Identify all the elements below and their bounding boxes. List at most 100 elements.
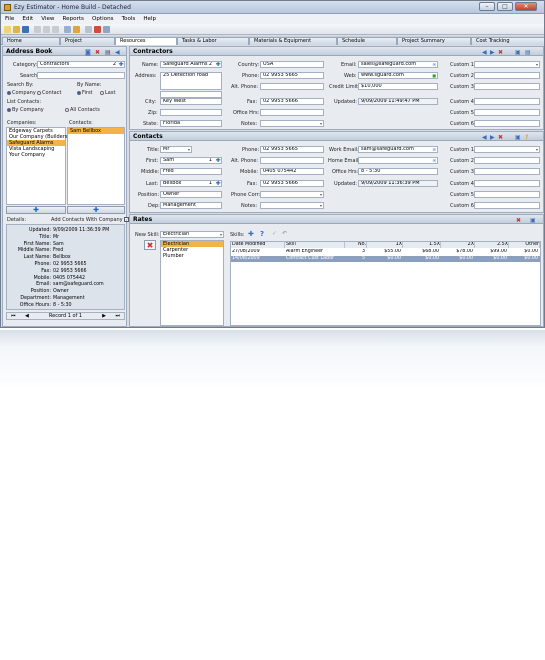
new-skill-select[interactable]: Electrician ▾	[160, 231, 224, 238]
contact-title-select[interactable]: Mr ▾	[160, 146, 192, 153]
save-contact-icon[interactable]: ▣	[515, 133, 521, 142]
contact-custom-1-dropdown-icon[interactable]: ▾	[536, 147, 538, 152]
zip-input[interactable]	[160, 109, 222, 116]
new-skill-dropdown-icon[interactable]: ▾	[220, 232, 222, 237]
phone-corr-select[interactable]: ▾	[260, 191, 324, 198]
menu-help[interactable]: Help	[139, 14, 160, 22]
column-header[interactable]: 1.5X	[403, 242, 441, 248]
confirm-skill-icon[interactable]: ✓	[272, 230, 277, 237]
undo-skill-icon[interactable]: ↶	[282, 230, 287, 237]
phone-corr-dropdown-icon[interactable]: ▾	[320, 192, 322, 197]
add-company-button[interactable]: ✚	[6, 206, 66, 214]
last-input[interactable]: Bellbox 1 ✚	[160, 180, 222, 187]
tab-schedule[interactable]: Schedule	[337, 37, 397, 45]
name-input[interactable]: Safeguard Alarms 2 ✚	[160, 61, 222, 68]
tools-icon[interactable]	[73, 26, 80, 33]
custom-1-dropdown-icon[interactable]: ▾	[536, 62, 538, 67]
cut-icon[interactable]	[34, 26, 41, 33]
state-input[interactable]: Florida	[160, 120, 222, 127]
custom-1-select[interactable]: ▾	[474, 61, 540, 68]
contact-custom-1-select[interactable]: ▾	[474, 146, 540, 153]
phone-input[interactable]: 02 9953 5665	[260, 72, 324, 79]
contact-office-hrs-input[interactable]: 8 - 5:30	[358, 168, 438, 175]
menu-reports[interactable]: Reports	[59, 14, 88, 22]
prev-contractor-icon[interactable]: ◀	[482, 48, 487, 57]
close-rates-icon[interactable]: ✖	[516, 216, 521, 225]
open-web-icon[interactable]: ■	[432, 73, 436, 78]
add-first-icon[interactable]: ✚	[215, 158, 221, 163]
delete-contact-record-icon[interactable]: ✖	[498, 133, 503, 142]
contact-custom-4-input[interactable]	[474, 180, 540, 187]
home-email-input[interactable]: ✉	[358, 157, 438, 164]
tab-project-summary[interactable]: Project Summary	[397, 37, 471, 45]
next-contact-icon[interactable]: ▶	[490, 133, 495, 142]
contact-notes-dropdown-icon[interactable]: ▾	[320, 203, 322, 208]
first-record-icon[interactable]: ⏮	[11, 313, 16, 320]
address-line2-input[interactable]	[160, 91, 222, 98]
web-input[interactable]: www.sguard.com ■	[358, 72, 438, 79]
tab-cost-tracking[interactable]: Cost Tracking	[471, 37, 544, 45]
skill-list[interactable]: Electrician Carpenter Plumber	[160, 240, 224, 326]
custom-5-input[interactable]	[474, 109, 540, 116]
close-icon[interactable]: ✕	[515, 2, 537, 11]
alt-phone-input[interactable]	[260, 83, 324, 90]
column-header[interactable]: Skill	[285, 242, 345, 248]
address-input[interactable]: 25 Detection road	[160, 72, 222, 90]
contact-alt-phone-input[interactable]	[260, 157, 324, 164]
work-email-input[interactable]: sam@safeguard.com ✉	[358, 146, 438, 153]
column-header[interactable]: 2X	[441, 242, 475, 248]
company-item[interactable]: Your Company	[7, 152, 65, 158]
add-name-icon[interactable]: ✚	[215, 62, 221, 67]
collapse-icon[interactable]: ◀	[115, 48, 120, 57]
contact-custom-5-input[interactable]	[474, 191, 540, 198]
minimize-icon[interactable]: –	[479, 2, 495, 11]
city-input[interactable]: Key West	[160, 98, 222, 105]
tab-resources[interactable]: Resources	[115, 37, 177, 45]
delete-contractor-icon[interactable]: ✖	[498, 48, 503, 57]
paste-icon[interactable]	[52, 26, 59, 33]
help-contact-icon[interactable]: ?	[525, 133, 528, 142]
first-input[interactable]: Sam 1 ✚	[160, 157, 222, 164]
tab-project[interactable]: Project	[60, 37, 115, 45]
new-icon[interactable]	[4, 26, 11, 33]
contact-phone-input[interactable]: 02 9953 5665	[260, 146, 324, 153]
next-record-icon[interactable]: ▶	[102, 313, 106, 320]
print-icon[interactable]	[85, 26, 92, 33]
radio-all-contacts[interactable]: All Contacts	[65, 107, 100, 113]
add-contact-icon[interactable]: ◙	[85, 48, 91, 57]
table-row[interactable]: 27/08/2009 Alarm Engineer 3 $55.00 $68.00 $78…	[231, 249, 540, 255]
dep-input[interactable]: Management	[160, 202, 222, 209]
contacts-list[interactable]: Sam Bellbox	[67, 127, 125, 205]
radio-by-company[interactable]: By Company	[7, 107, 44, 113]
copy-icon[interactable]	[43, 26, 50, 33]
add-contact-button[interactable]: ✚	[67, 206, 125, 214]
email-input[interactable]: sales@safeguard.com ✉	[358, 61, 438, 68]
save-contractor-icon[interactable]: ▣	[515, 48, 521, 57]
middle-input[interactable]: Fred	[160, 168, 222, 175]
menu-options[interactable]: Options	[88, 14, 118, 22]
tab-home[interactable]: Home	[2, 37, 60, 45]
prev-contact-icon[interactable]: ◀	[482, 133, 487, 142]
custom-4-input[interactable]	[474, 98, 540, 105]
radio-first[interactable]: First	[77, 90, 93, 96]
remove-skill-button[interactable]: ✖	[144, 240, 156, 250]
skill-item[interactable]: Plumber	[161, 253, 223, 259]
search-input[interactable]	[37, 72, 125, 79]
contact-item[interactable]: Sam Bellbox	[68, 128, 124, 134]
notes-select[interactable]: ▾	[260, 120, 324, 127]
menu-tools[interactable]: Tools	[118, 14, 140, 22]
column-header[interactable]: No.	[345, 242, 367, 248]
custom-3-input[interactable]	[474, 83, 540, 90]
card-icon[interactable]: ▤	[105, 48, 111, 57]
delete-contact-icon[interactable]: ✖	[95, 48, 100, 57]
print-contractor-icon[interactable]: ▤	[525, 48, 531, 57]
tab-materials-equipment[interactable]: Materials & Equipment	[249, 37, 337, 45]
table-row[interactable]: 14/08/2009 Contract Cust Labor 5 $0.00 $0.00…	[231, 256, 540, 262]
credit-limit-input[interactable]: $10,000	[358, 83, 438, 90]
add-last-icon[interactable]: ✚	[215, 181, 221, 186]
contact-custom-2-input[interactable]	[474, 157, 540, 164]
maximize-icon[interactable]: □	[497, 2, 513, 11]
add-skill-icon[interactable]: ✚	[248, 230, 254, 238]
notes-dropdown-icon[interactable]: ▾	[320, 121, 322, 126]
position-input[interactable]: Owner	[160, 191, 222, 198]
